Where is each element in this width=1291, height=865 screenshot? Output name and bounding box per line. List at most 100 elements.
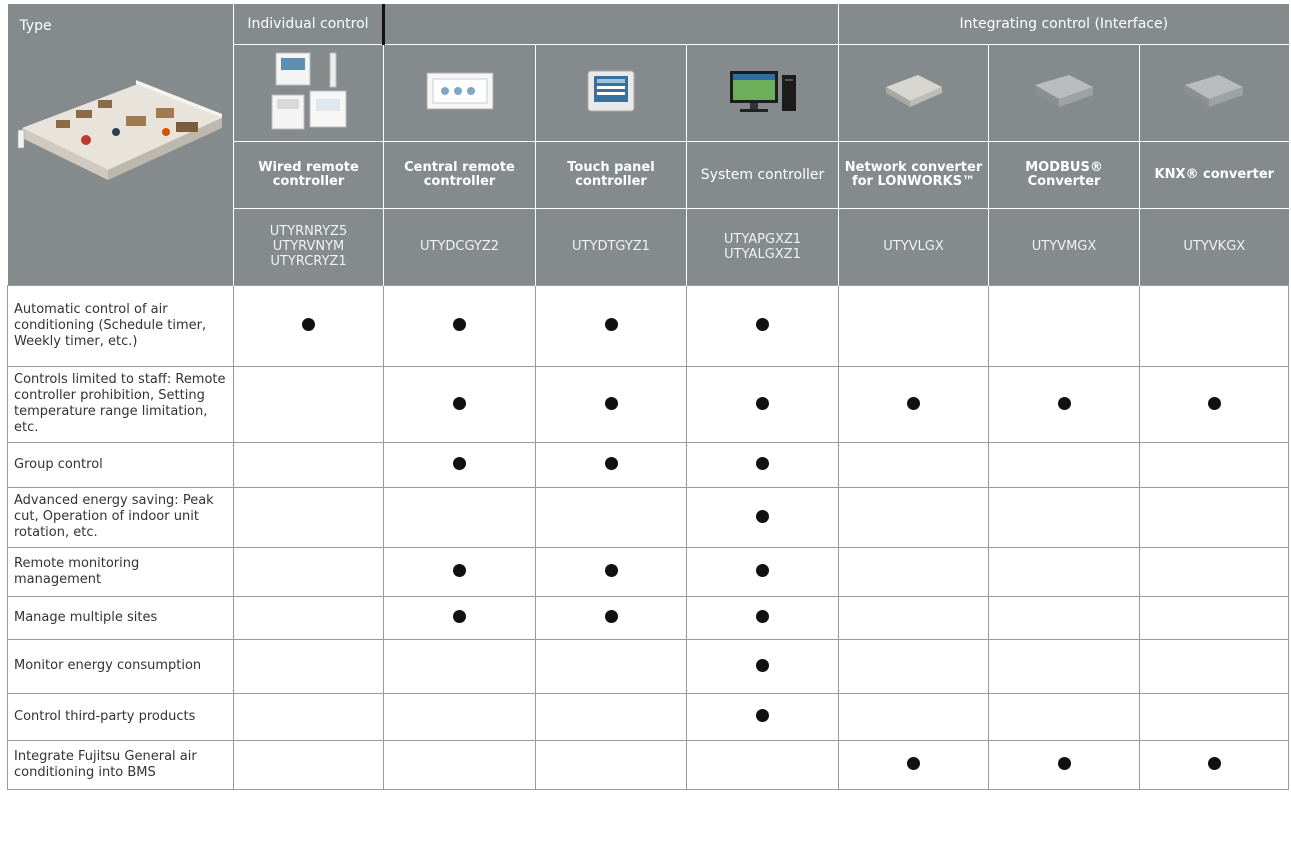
type-label: Type — [19, 18, 52, 34]
product-code: UTYDCGYZ2 — [383, 207, 536, 285]
feature-cell — [233, 739, 384, 790]
feature-cell — [988, 692, 1141, 741]
building-cutaway-illustration — [17, 80, 222, 180]
product-code: UTYVMGX — [988, 207, 1140, 285]
type-header-cell: Type — [7, 4, 234, 285]
feature-row: Group control — [7, 441, 1290, 488]
supported-dot-icon — [1057, 757, 1071, 770]
feature-cell — [535, 638, 687, 694]
feature-label: Remote monitoring management — [7, 546, 234, 597]
supported-dot-icon — [604, 396, 618, 410]
feature-cell — [1139, 486, 1290, 548]
supported-dot-icon — [604, 610, 618, 623]
group-integrating-control: Integrating control (Interface) — [838, 4, 1289, 44]
feature-cell — [383, 486, 536, 548]
feature-row: Remote monitoring management — [7, 546, 1290, 597]
supported-dot-icon — [453, 610, 466, 623]
product-image-cell — [838, 43, 989, 141]
supported-dot-icon — [453, 457, 466, 470]
group-spacer — [382, 4, 839, 44]
feature-cell — [685, 739, 840, 790]
feature-cell — [535, 692, 687, 741]
feature-label: Control third-party products — [7, 692, 234, 741]
feature-cell — [233, 692, 384, 741]
feature-cell — [838, 739, 990, 790]
feature-cell — [535, 486, 687, 548]
feature-cell — [233, 365, 384, 443]
feature-cell — [838, 486, 990, 548]
supported-dot-icon — [907, 396, 921, 410]
product-name: Network converter for LONWORKS™ — [838, 140, 989, 208]
network-converter-box-image — [885, 74, 942, 107]
touch-panel-controller-image — [587, 70, 635, 111]
feature-row: Advanced energy saving: Peak cut, Operat… — [7, 486, 1290, 548]
feature-cell — [383, 546, 536, 597]
feature-cell — [383, 638, 536, 694]
product-name: Touch panel controller — [535, 140, 687, 208]
feature-cell — [685, 365, 840, 443]
feature-label: Controls limited to staff: Remote contro… — [7, 365, 234, 443]
feature-cell — [233, 486, 384, 548]
knx-converter-box-image — [1185, 74, 1244, 107]
feature-cell — [535, 546, 687, 597]
feature-cell — [535, 739, 687, 790]
group-individual-control: Individual control — [233, 4, 385, 44]
feature-cell — [838, 595, 990, 640]
feature-cell — [685, 595, 840, 640]
feature-cell — [1139, 365, 1290, 443]
product-name: MODBUS® Converter — [988, 140, 1140, 208]
feature-cell — [1139, 638, 1290, 694]
feature-cell — [988, 486, 1141, 548]
supported-dot-icon — [756, 509, 770, 523]
product-image-cell — [535, 43, 687, 141]
feature-cell — [838, 441, 990, 488]
central-remote-controller-image — [426, 72, 493, 109]
feature-row: Control third-party products — [7, 692, 1290, 741]
feature-cell — [233, 638, 384, 694]
feature-label: Integrate Fujitsu General air conditioni… — [7, 739, 234, 790]
supported-dot-icon — [756, 318, 770, 331]
feature-cell — [233, 284, 384, 367]
supported-dot-icon — [453, 318, 466, 331]
feature-row: Monitor energy consumption — [7, 638, 1290, 694]
product-code: UTYVLGX — [838, 207, 989, 285]
product-code: UTYAPGXZ1 UTYALGXZ1 — [685, 207, 839, 285]
feature-cell — [1139, 739, 1290, 790]
product-code: UTYDTGYZ1 — [535, 207, 687, 285]
feature-cell — [988, 365, 1141, 443]
feature-cell — [1139, 284, 1290, 367]
product-name: System controller — [685, 140, 839, 208]
feature-cell — [988, 441, 1141, 488]
feature-cell — [535, 365, 687, 443]
supported-dot-icon — [756, 709, 770, 722]
feature-cell — [988, 284, 1141, 367]
feature-cell — [685, 638, 840, 694]
product-image-cell — [685, 43, 839, 141]
product-name: Central remote controller — [383, 140, 536, 208]
feature-cell — [535, 284, 687, 367]
feature-cell — [383, 441, 536, 488]
feature-cell — [1139, 595, 1290, 640]
supported-dot-icon — [756, 658, 770, 672]
feature-cell — [383, 739, 536, 790]
feature-cell — [535, 441, 687, 488]
feature-cell — [685, 486, 840, 548]
feature-cell — [988, 638, 1141, 694]
feature-row: Manage multiple sites — [7, 595, 1290, 640]
feature-cell — [233, 441, 384, 488]
supported-dot-icon — [907, 757, 921, 770]
feature-cell — [685, 441, 840, 488]
supported-dot-icon — [756, 396, 770, 410]
feature-cell — [988, 595, 1141, 640]
feature-cell — [1139, 441, 1290, 488]
product-name: Wired remote controller — [233, 140, 384, 208]
feature-cell — [1139, 692, 1290, 741]
feature-cell — [838, 692, 990, 741]
product-name: KNX® converter — [1139, 140, 1289, 208]
product-image-cell — [233, 43, 384, 141]
product-code: UTYRNRYZ5 UTYRVNYM UTYRCRYZ1 — [233, 207, 384, 285]
comparison-table: Type Individual control Integrating cont… — [7, 4, 1290, 790]
feature-cell — [233, 595, 384, 640]
feature-cell — [988, 739, 1141, 790]
feature-cell — [838, 546, 990, 597]
